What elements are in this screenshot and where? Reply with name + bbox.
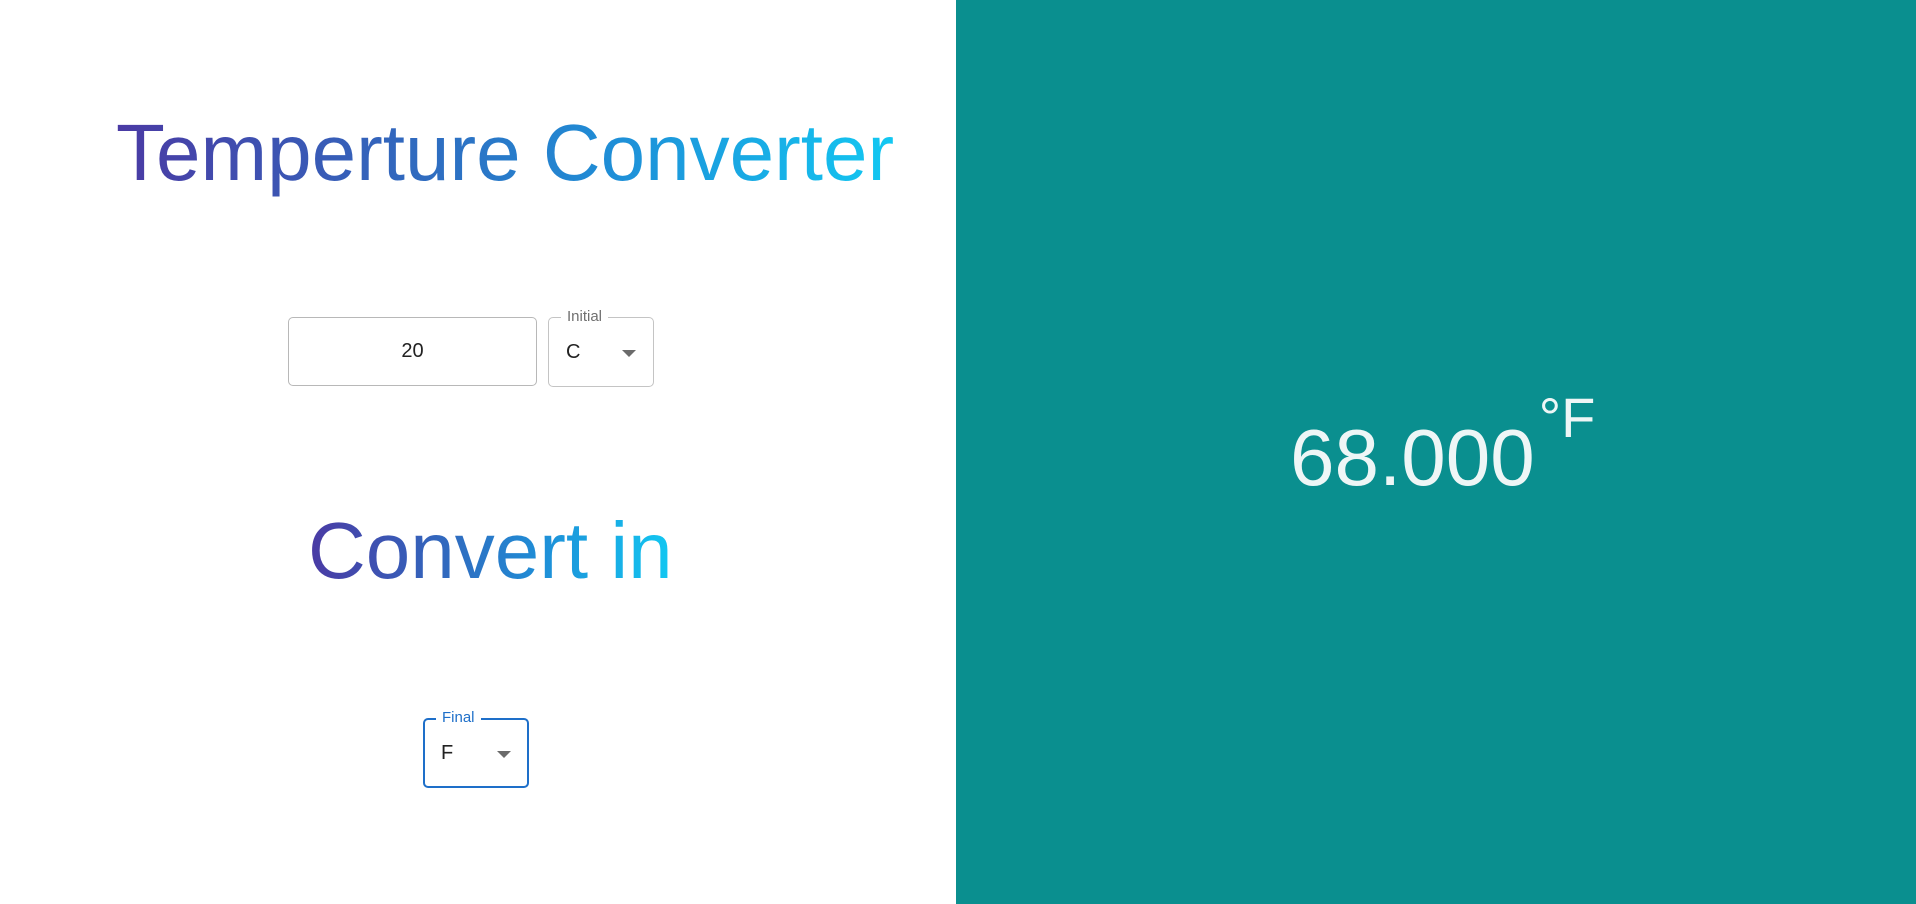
chevron-down-icon bbox=[497, 751, 511, 758]
result-value: 68.000 bbox=[1290, 413, 1535, 502]
page-title: Temperture Converter bbox=[116, 108, 895, 197]
result-display: 68.000°F bbox=[1290, 386, 1595, 516]
convert-in-heading: Convert in bbox=[308, 506, 673, 595]
initial-unit-select[interactable]: Initial C bbox=[548, 308, 654, 387]
final-unit-select[interactable]: Final F bbox=[423, 709, 529, 788]
app-root: Temperture Converter Initial C Convert i… bbox=[0, 0, 1916, 904]
chevron-down-icon bbox=[622, 350, 636, 357]
initial-unit-value: C bbox=[566, 341, 581, 363]
final-unit-value: F bbox=[441, 742, 454, 764]
final-unit-label: Final bbox=[436, 709, 481, 727]
initial-unit-label: Initial bbox=[561, 308, 609, 326]
temperature-input[interactable] bbox=[288, 317, 537, 386]
result-unit: °F bbox=[1538, 386, 1596, 449]
converter-panel: Temperture Converter Initial C Convert i… bbox=[0, 0, 956, 904]
